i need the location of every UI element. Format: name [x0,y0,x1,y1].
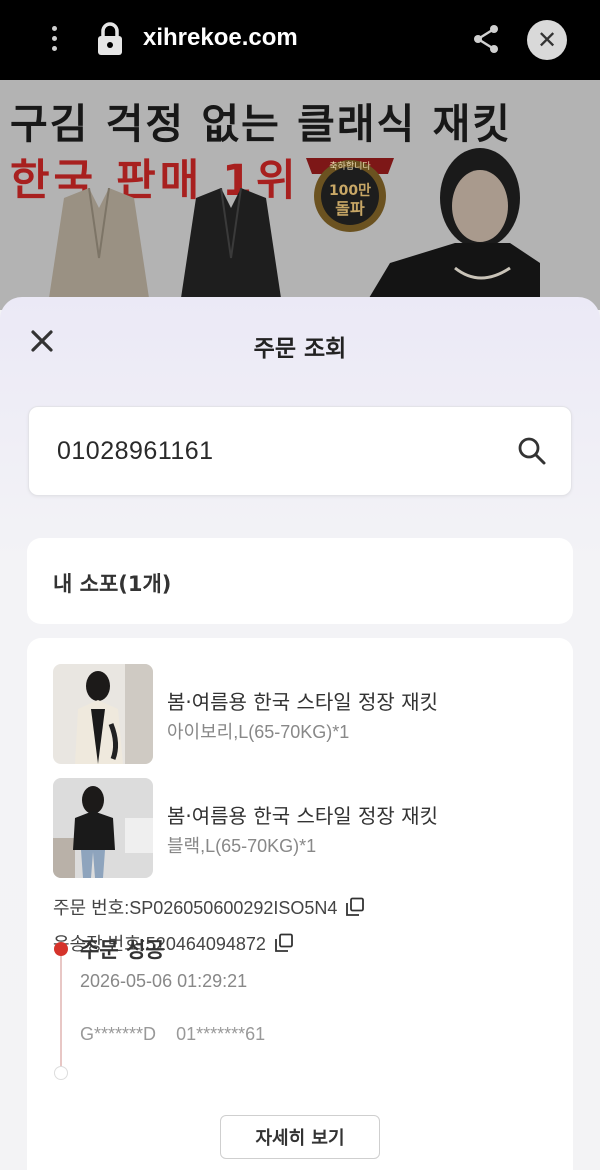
model-image [361,148,540,310]
search-icon[interactable] [517,436,547,466]
browser-toolbar: xihrekoe.com ✕ [0,0,600,80]
order-status: 주문 성공 [80,938,165,962]
view-details-button[interactable]: 자세히 보기 [220,1115,380,1159]
product-name: 봄·여름용 한국 스타일 정장 재킷 [167,804,438,828]
copy-icon[interactable] [274,933,294,953]
order-card: 봄·여름용 한국 스타일 정장 재킷 아이보리,L(65-70KG)*1 봄·여… [27,638,573,1170]
close-tab-button[interactable]: ✕ [527,20,567,60]
masked-name: G*******D [80,1024,157,1044]
beige-jacket-image [47,188,151,310]
copy-icon[interactable] [345,897,365,917]
product-name: 봄·여름용 한국 스타일 정장 재킷 [167,690,438,714]
phone-search-input[interactable]: 01028961161 [28,406,572,496]
masked-phone: 01*******61 [176,1024,266,1044]
timeline-line [60,949,62,1069]
search-input-value[interactable]: 01028961161 [57,437,214,466]
sheet-title: 주문 조회 [253,336,347,362]
order-number-row: 주문 번호:SP026050600292ISO5N4 [53,894,365,920]
list-item[interactable]: 봄·여름용 한국 스타일 정장 재킷 블랙,L(65-70KG)*1 [53,778,553,878]
share-icon[interactable] [472,24,500,54]
order-number: 주문 번호:SP026050600292ISO5N4 [53,898,338,918]
product-thumbnail[interactable] [53,778,153,878]
product-option: 블랙,L(65-70KG)*1 [167,836,317,856]
more-vert-icon[interactable] [44,26,64,56]
masked-recipient: G*******D 01*******61 [80,1024,265,1045]
product-option: 아이보리,L(65-70KG)*1 [167,722,350,742]
black-jacket-image [179,188,283,310]
url-text[interactable]: xihrekoe.com [143,24,298,52]
product-thumbnail[interactable] [53,664,153,764]
parcel-count-card: 내 소포(1개) [27,538,573,624]
promo-banner: 구김 걱정 없는 클래식 재킷 한국 판매 1위 축하합니다 100만 돌파 [0,80,600,310]
timeline-dot-active [54,942,68,956]
timeline-dot [54,1066,68,1080]
order-lookup-sheet: 주문 조회 01028961161 내 소포(1개) 봄·여름용 한국 스타일 … [0,297,600,1170]
lock-icon [98,22,122,55]
order-status-time: 2026-05-06 01:29:21 [80,971,248,991]
parcel-count-label: 내 소포(1개) [53,572,172,596]
list-item[interactable]: 봄·여름용 한국 스타일 정장 재킷 아이보리,L(65-70KG)*1 [53,664,553,764]
